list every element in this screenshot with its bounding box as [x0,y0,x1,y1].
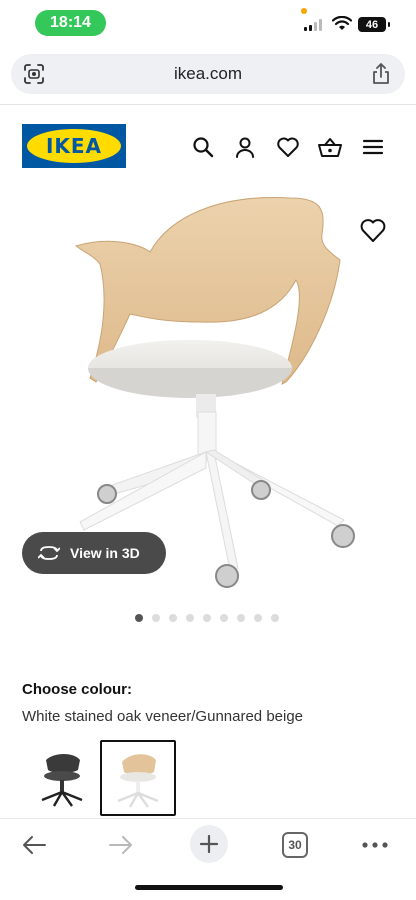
image-carousel-pagination [135,614,279,622]
oak-chair-thumbnail [117,754,159,808]
status-time: 18:14 [35,10,106,36]
colour-swatch-white-stained-oak[interactable] [100,740,176,816]
carousel-dot[interactable] [203,614,211,622]
shopping-basket-icon [318,138,342,157]
logo-text: IKEA [45,134,103,158]
favourites-button[interactable] [275,134,301,160]
carousel-dot[interactable] [271,614,279,622]
selected-colour-name: White stained oak veneer/Gunnared beige [22,708,304,725]
plus-icon [199,834,219,854]
tab-count: 30 [282,832,308,858]
hamburger-menu-icon [362,139,384,155]
address-bar[interactable]: ikea.com [11,54,405,94]
more-menu-button[interactable] [357,827,393,863]
account-button[interactable] [232,134,258,160]
carousel-dot[interactable] [186,614,194,622]
back-button[interactable] [16,827,52,863]
search-button[interactable] [190,134,216,160]
search-icon [193,137,214,158]
logo-ellipse: IKEA [27,129,121,163]
colour-swatch-black[interactable] [24,740,100,816]
new-tab-button[interactable] [189,824,229,864]
browser-toolbar: 30 [0,818,416,866]
add-to-wishlist-heart-icon[interactable] [358,216,388,244]
url-text[interactable]: ikea.com [11,64,405,84]
home-indicator[interactable] [135,885,283,890]
view-in-3d-button[interactable]: View in 3D [22,532,166,574]
carousel-dot[interactable] [237,614,245,622]
share-icon[interactable] [371,62,391,86]
forward-button[interactable] [103,827,139,863]
carousel-dot[interactable] [152,614,160,622]
carousel-dot[interactable] [169,614,177,622]
header-divider [0,104,416,105]
battery-tip [388,22,390,27]
privacy-indicator-dot [301,8,307,14]
view-in-3d-label: View in 3D [70,545,140,561]
more-dots-icon [362,842,388,848]
basket-button[interactable] [317,134,343,160]
user-icon [236,137,254,158]
menu-button[interactable] [360,134,386,160]
cellular-signal-icon [304,19,322,31]
black-chair-thumbnail [41,754,83,807]
carousel-dot[interactable] [135,614,143,622]
carousel-dot[interactable] [254,614,262,622]
arrow-left-icon [23,836,46,854]
arrow-right-icon [109,836,132,854]
tabs-button[interactable]: 30 [277,827,313,863]
heart-icon [277,137,299,157]
ikea-logo[interactable]: IKEA [22,124,126,168]
status-bar: 18:14 46 [0,0,416,48]
rotate-3d-icon [38,546,60,560]
battery-level: 46 [358,17,386,32]
choose-colour-label: Choose colour: [22,681,133,698]
wifi-icon [332,16,352,30]
carousel-dot[interactable] [220,614,228,622]
new-tab-circle [190,825,228,863]
